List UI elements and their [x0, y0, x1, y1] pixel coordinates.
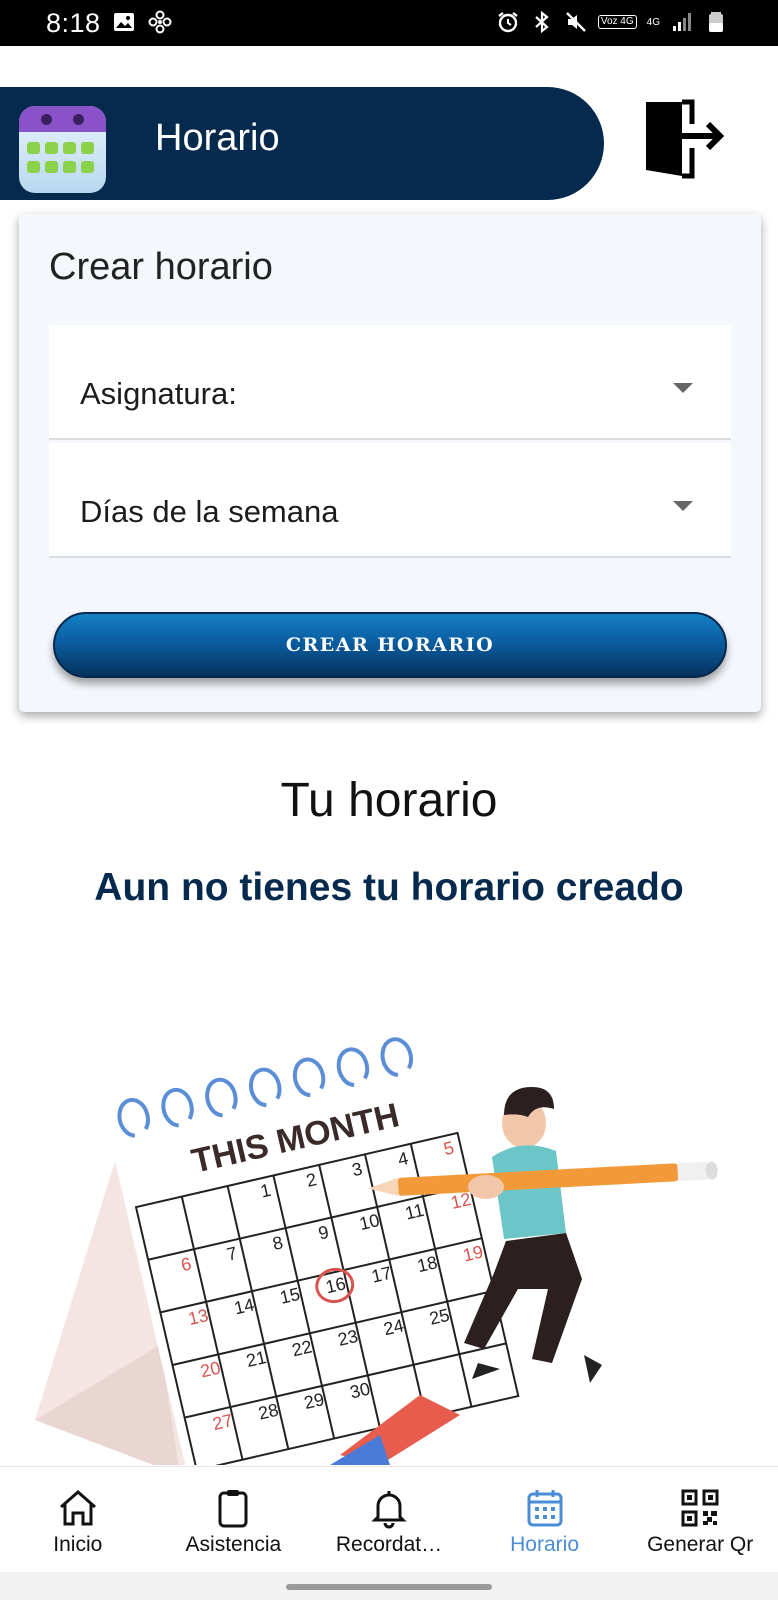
- subject-dropdown-label: Asignatura:: [80, 376, 237, 411]
- nav-item-asistencia[interactable]: Asistencia: [156, 1467, 312, 1572]
- qr-code-icon: [681, 1489, 719, 1527]
- nav-label-inicio: Inicio: [53, 1533, 103, 1556]
- page-title: Horario: [155, 117, 280, 159]
- chevron-down-icon: [673, 501, 693, 511]
- bottom-navigation: Inicio Asistencia Recordat… Horario Gene…: [0, 1466, 778, 1572]
- bluetooth-icon: [535, 10, 549, 34]
- subject-dropdown[interactable]: Asignatura:: [49, 325, 731, 440]
- calendar-app-logo: [19, 106, 106, 193]
- status-bar: 8:18 Voz 4G 4G: [0, 0, 778, 46]
- weekdays-dropdown[interactable]: Días de la semana: [49, 443, 731, 558]
- schedule-heading: Tu horario: [280, 774, 498, 827]
- create-schedule-card: Crear horario Asignatura: Días de la sem…: [19, 214, 761, 712]
- weekdays-dropdown-label: Días de la semana: [80, 494, 339, 529]
- volte-indicator: Voz 4G: [597, 15, 637, 29]
- signal-icon: [673, 13, 691, 31]
- nav-label-asistencia: Asistencia: [185, 1533, 282, 1556]
- nav-label-recordatorios: Recordat…: [335, 1533, 443, 1556]
- logout-icon[interactable]: [640, 96, 730, 182]
- bell-icon: [371, 1491, 407, 1529]
- network-type: 4G: [646, 16, 660, 28]
- mute-icon: [565, 12, 586, 32]
- empty-schedule-message: Aun no tienes tu horario creado: [94, 866, 684, 909]
- clipboard-icon: [218, 1490, 248, 1528]
- chevron-down-icon: [673, 383, 693, 393]
- alarm-icon: [498, 12, 518, 33]
- home-icon: [59, 1489, 96, 1526]
- nav-item-recordatorios[interactable]: Recordat…: [311, 1467, 467, 1572]
- fan-icon: [148, 10, 172, 34]
- home-gesture-bar[interactable]: [286, 1584, 492, 1590]
- nav-item-inicio[interactable]: Inicio: [0, 1467, 156, 1572]
- create-schedule-button[interactable]: CREAR HORARIO: [53, 612, 727, 678]
- nav-item-generar-qr[interactable]: Generar Qr: [622, 1467, 778, 1572]
- calendar-icon: [527, 1490, 563, 1527]
- calendar-illustration: THIS MONTH 1 2 3 4 5 6 7 8 9 10 11 12 13…: [35, 1037, 718, 1465]
- nav-label-horario: Horario: [510, 1533, 579, 1556]
- gallery-icon: [114, 13, 134, 31]
- nav-item-horario[interactable]: Horario: [467, 1467, 623, 1572]
- status-time: 8:18: [46, 8, 101, 38]
- card-title: Crear horario: [49, 246, 273, 288]
- battery-icon: [709, 12, 723, 32]
- nav-label-generar-qr: Generar Qr: [647, 1533, 754, 1556]
